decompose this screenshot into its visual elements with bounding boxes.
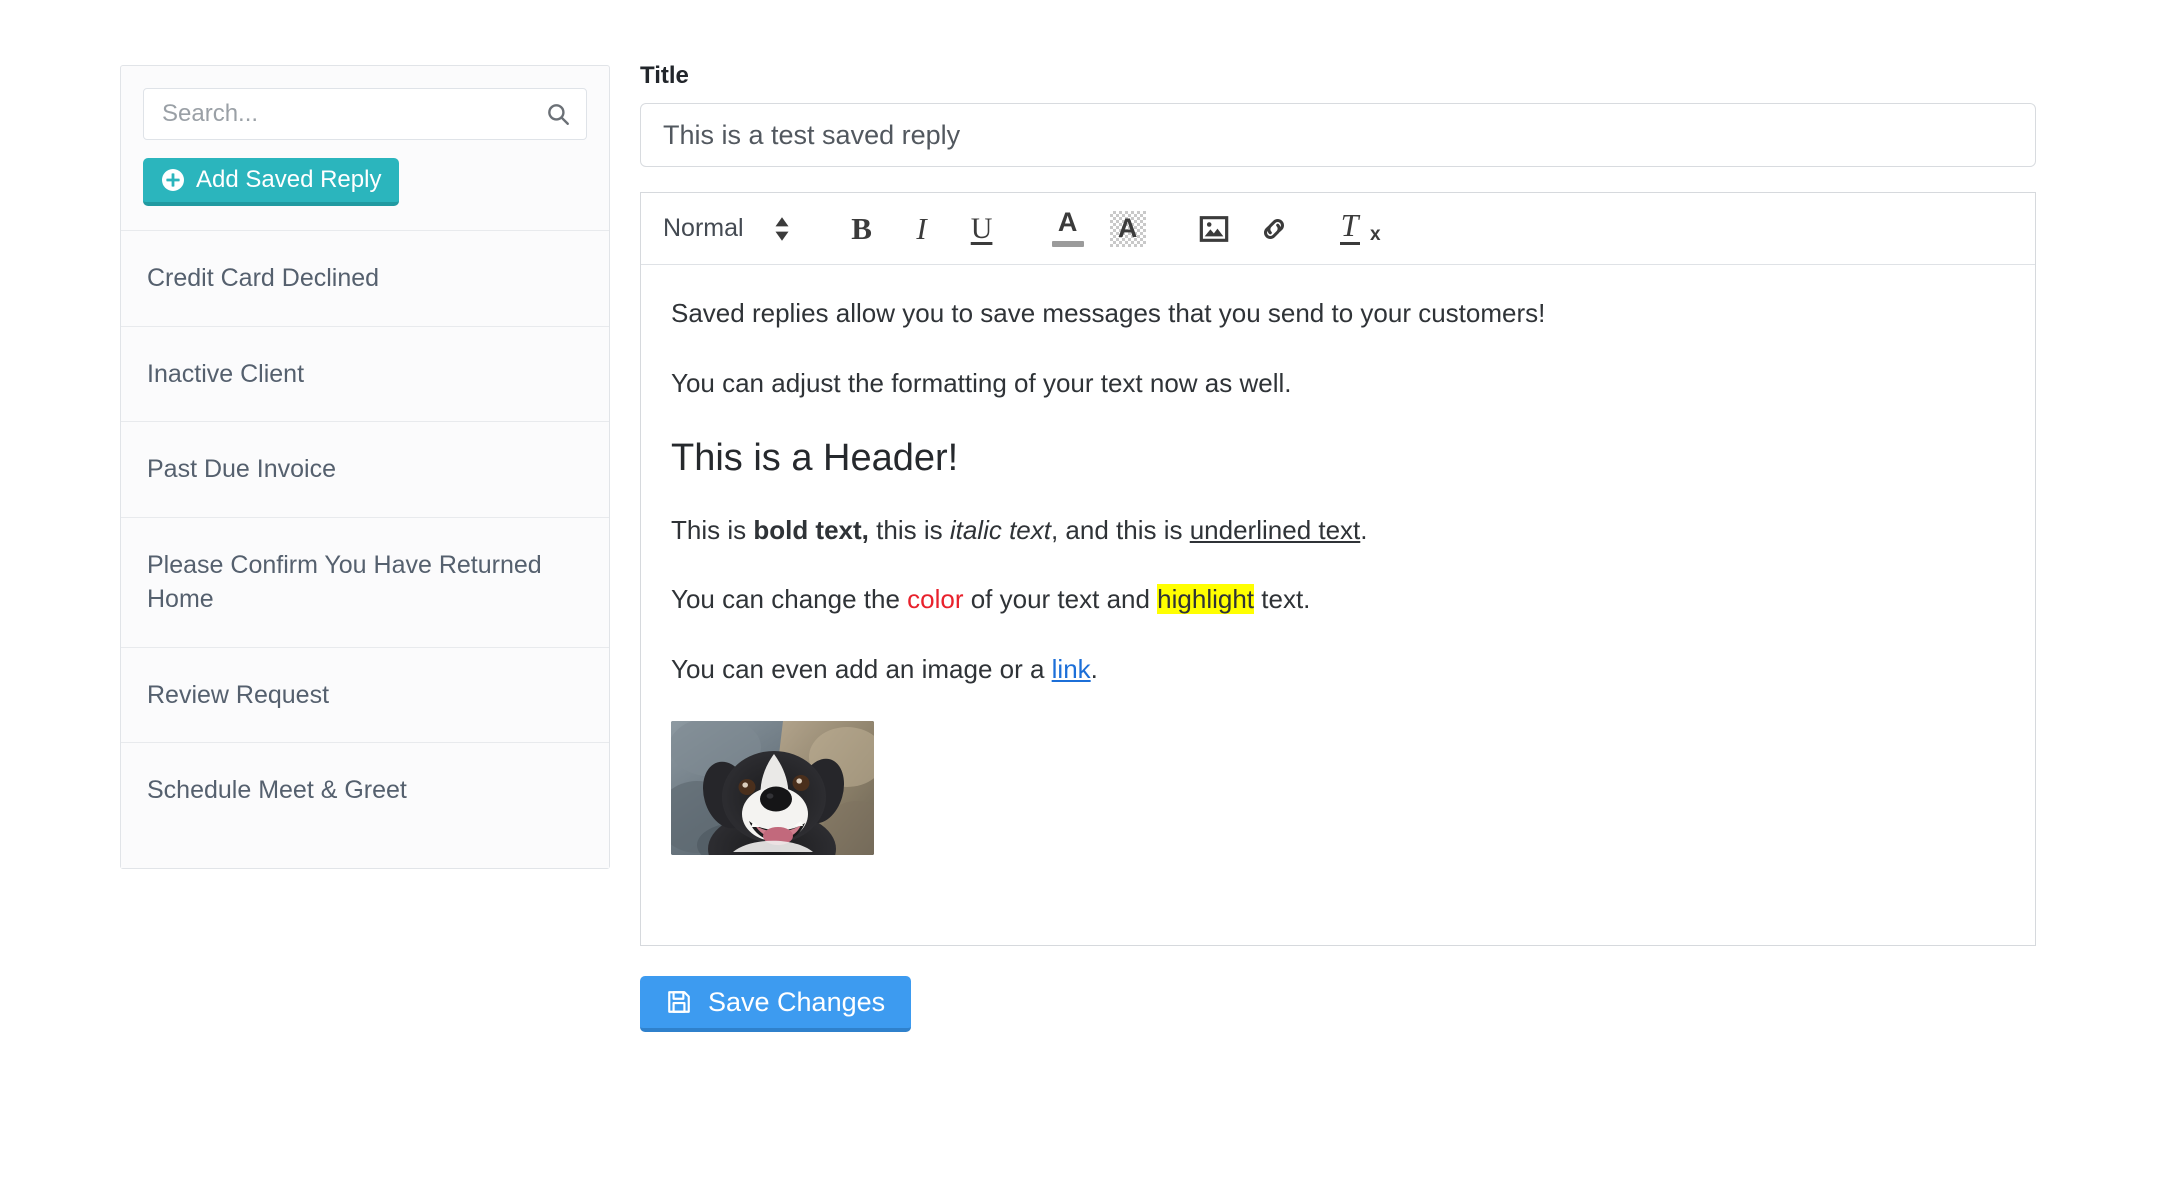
editor-paragraph-2: You can adjust the formatting of your te… (671, 367, 1292, 398)
editor-header: This is a Header! (671, 437, 959, 480)
list-item[interactable]: Please Confirm You Have Returned Home (121, 517, 609, 648)
list-item[interactable]: Schedule Meet & Greet (121, 743, 609, 868)
clear-formatting-x: x (1370, 223, 1381, 245)
text-color-button[interactable]: A (1040, 204, 1096, 254)
bold-button[interactable]: B (834, 204, 890, 254)
text-color-swatch (1051, 240, 1084, 247)
text-run: this is (868, 514, 950, 545)
clear-formatting-button[interactable]: T x (1332, 204, 1388, 254)
text-run: You can even add an image or a (671, 654, 1052, 685)
bold-icon: B (851, 210, 872, 246)
save-floppy-icon (666, 989, 692, 1015)
text-color-glyph: A (1057, 206, 1078, 237)
format-picker-label: Normal (663, 214, 744, 242)
text-run: text. (1254, 584, 1311, 615)
text-color-icon: A (1051, 206, 1085, 249)
list-item[interactable]: Inactive Client (121, 326, 609, 422)
saved-replies-list: Credit Card Declined Inactive Client Pas… (121, 231, 609, 868)
text-run: , and this is (1050, 514, 1190, 545)
text-run: You can change the (671, 584, 908, 615)
title-input[interactable] (640, 103, 2036, 167)
text-run: of your text and (963, 584, 1158, 615)
add-saved-reply-button[interactable]: Add Saved Reply (143, 158, 400, 206)
insert-image-button[interactable] (1186, 204, 1242, 254)
text-run: This is (671, 514, 754, 545)
underline-button[interactable]: U (954, 204, 1010, 254)
insert-link-button[interactable] (1246, 204, 1302, 254)
title-label: Title (640, 62, 689, 89)
search-box (143, 88, 587, 140)
clear-formatting-icon: T x (1339, 206, 1381, 248)
clear-formatting-underline (1339, 241, 1360, 245)
editor-paragraph-5: You can even add an image or a link. (671, 651, 2005, 689)
save-changes-button[interactable]: Save Changes (640, 976, 912, 1032)
list-item-label: Inactive Client (147, 359, 305, 388)
inline-link[interactable]: link (1052, 654, 1091, 684)
highlight-color-icon: A (1109, 210, 1146, 247)
embedded-dog-image[interactable] (671, 720, 874, 855)
link-icon (1258, 213, 1290, 245)
format-picker[interactable]: Normal (663, 214, 790, 243)
italic-button[interactable]: I (894, 204, 950, 254)
list-item-label: Please Confirm You Have Returned Home (147, 550, 542, 614)
italic-icon: I (916, 210, 927, 246)
editor-paragraph-3: This is bold text, this is italic text, … (671, 512, 2005, 550)
list-item-label: Schedule Meet & Greet (147, 776, 407, 804)
saved-replies-page: Add Saved Reply Credit Card Declined Ina… (0, 0, 2160, 1200)
plus-circle-icon (161, 168, 185, 192)
editor-content-area[interactable]: Saved replies allow you to save messages… (641, 265, 2035, 945)
sidebar-header: Add Saved Reply (121, 66, 609, 231)
rich-text-editor: Normal B I U A A T x Saved replies allow… (640, 192, 2036, 946)
image-icon (1198, 213, 1230, 245)
save-changes-label: Save Changes (708, 986, 886, 1017)
editor-paragraph-4: You can change the color of your text an… (671, 581, 2005, 619)
highlight-color-glyph: A (1117, 212, 1138, 243)
add-saved-reply-label: Add Saved Reply (196, 166, 382, 193)
underlined-text-run: underlined text (1189, 514, 1361, 545)
highlight-color-button[interactable]: A (1100, 204, 1156, 254)
list-item[interactable]: Past Due Invoice (121, 422, 609, 518)
list-item[interactable]: Review Request (121, 647, 609, 743)
saved-replies-sidebar: Add Saved Reply Credit Card Declined Ina… (120, 65, 610, 869)
saved-reply-editor-panel: Title Normal B I (640, 62, 2036, 1032)
bold-text-run: bold text, (753, 514, 869, 545)
editor-toolbar: Normal B I U A A T x (641, 193, 2035, 265)
italic-text-run: italic text (949, 514, 1051, 545)
list-item-label: Review Request (147, 680, 330, 709)
underline-icon: U (970, 211, 993, 245)
list-item-label: Credit Card Declined (147, 264, 380, 292)
chevron-updown-icon (774, 216, 790, 242)
text-run: . (1090, 654, 1098, 685)
list-item-label: Past Due Invoice (147, 455, 336, 483)
editor-paragraph-1: Saved replies allow you to save messages… (671, 298, 1546, 328)
highlighted-text-run: highlight (1157, 584, 1255, 615)
colored-text-run: color (907, 584, 964, 615)
list-item[interactable]: Credit Card Declined (121, 231, 609, 327)
search-input[interactable] (143, 88, 587, 140)
clear-formatting-t: T (1340, 206, 1359, 243)
text-run: . (1360, 514, 1368, 545)
